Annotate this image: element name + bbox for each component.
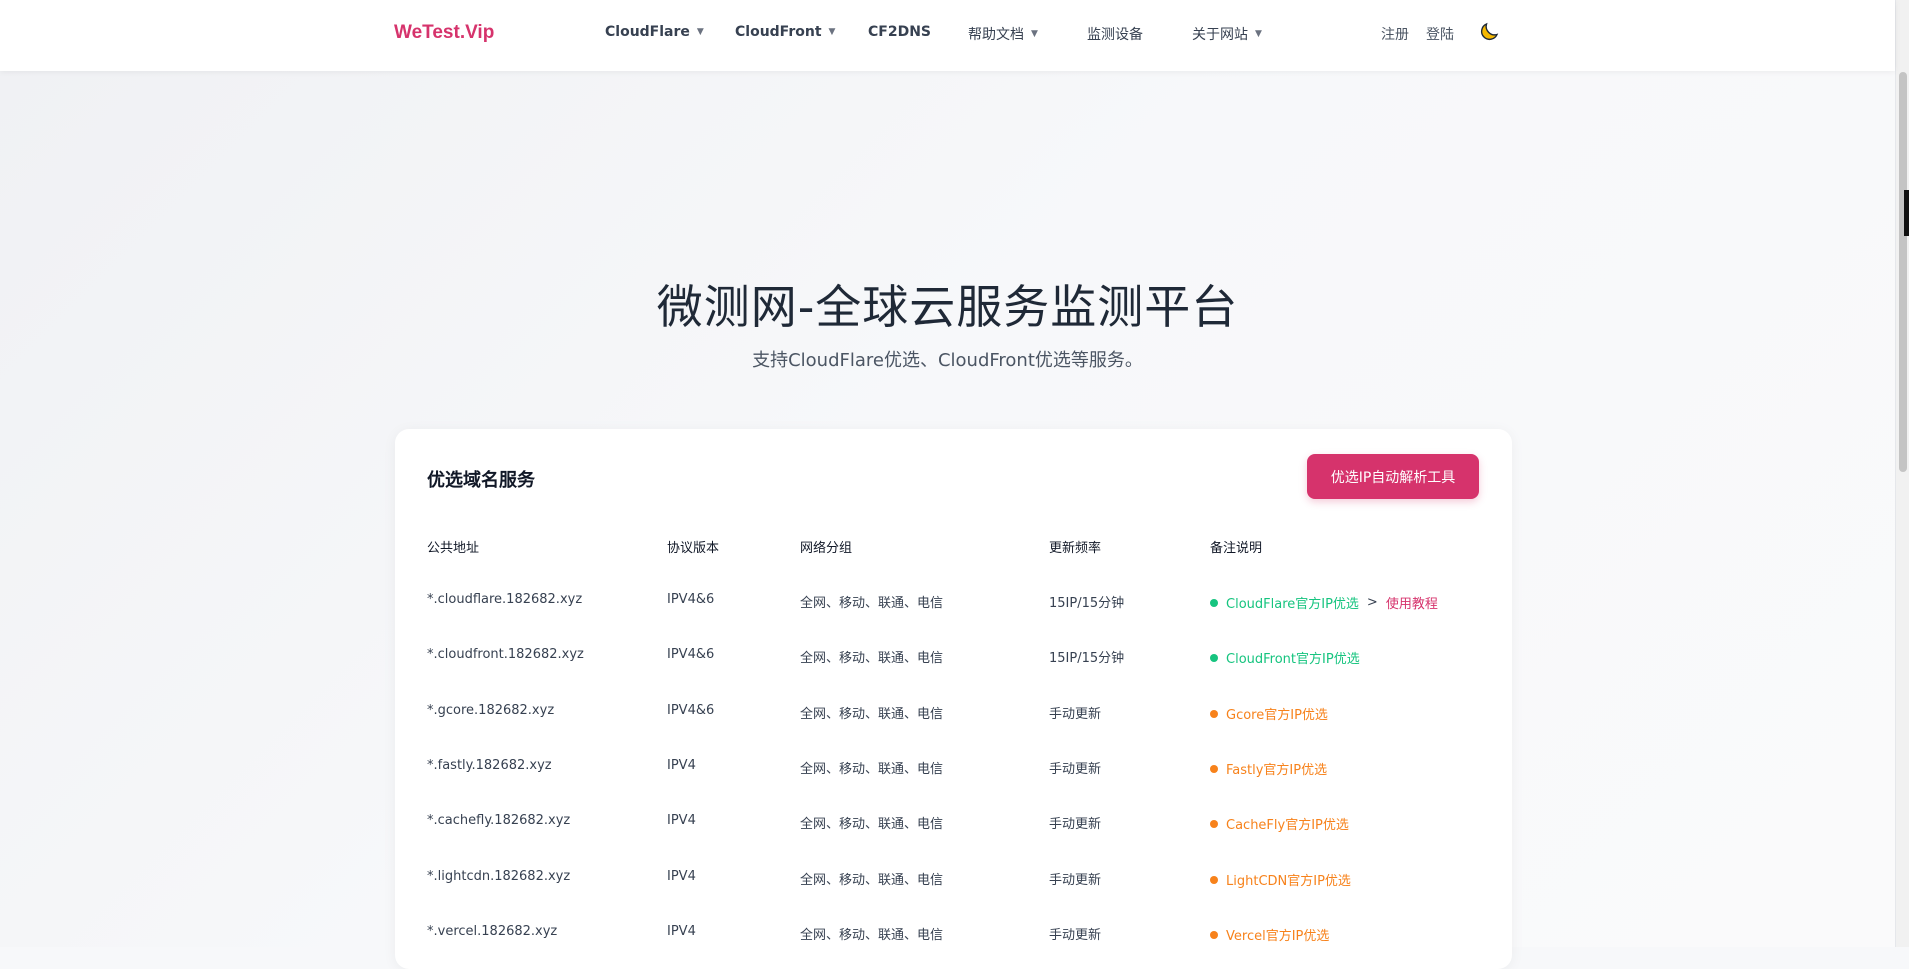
cell-protocol: IPV4&6	[667, 703, 715, 718]
nav-cf2dns-label: CF2DNS	[868, 24, 931, 40]
nav-cf2dns[interactable]: CF2DNS	[868, 24, 931, 40]
scroll-position-marker	[1904, 190, 1909, 236]
cell-address: *.fastly.182682.xyz	[427, 758, 552, 773]
cell-network: 全网、移动、联通、电信	[800, 817, 944, 832]
column-header-frequency: 更新频率	[1049, 541, 1102, 556]
cell-protocol: IPV4&6	[667, 592, 715, 607]
nav-cloudfront-label: CloudFront	[735, 24, 822, 40]
nav-help-docs-label: 帮助文档	[968, 27, 1024, 43]
auto-resolve-tool-button[interactable]: 优选IP自动解析工具	[1307, 454, 1479, 499]
preferred-domain-card: 优选域名服务 优选IP自动解析工具 公共地址 协议版本 网络分组 更新频率 备注…	[395, 429, 1512, 969]
nav-about[interactable]: 关于网站 ▼	[1192, 24, 1262, 44]
note-link[interactable]: CloudFlare官方IP优选	[1226, 593, 1359, 612]
top-navbar: WeTest.Vip CloudFlare ▼ CloudFront ▼ CF2…	[0, 0, 1895, 71]
cell-note: Gcore官方IP优选	[1210, 704, 1328, 723]
cell-frequency: 15IP/15分钟	[1049, 651, 1125, 666]
status-dot-icon	[1210, 598, 1218, 607]
note-link[interactable]: Fastly官方IP优选	[1226, 759, 1327, 778]
note-link[interactable]: CacheFly官方IP优选	[1226, 814, 1349, 833]
chevron-down-icon: ▼	[696, 27, 704, 37]
nav-cloudfront[interactable]: CloudFront ▼	[735, 24, 835, 40]
site-logo[interactable]: WeTest.Vip	[394, 22, 494, 44]
scrollbar-thumb[interactable]	[1899, 72, 1907, 472]
nav-cloudflare[interactable]: CloudFlare ▼	[605, 24, 704, 40]
column-header-network: 网络分组	[800, 541, 853, 556]
cell-note: Fastly官方IP优选	[1210, 759, 1327, 778]
cell-address: *.cloudflare.182682.xyz	[427, 592, 583, 607]
note-separator: >	[1366, 595, 1378, 610]
nav-help-docs[interactable]: 帮助文档 ▼	[968, 24, 1038, 44]
chevron-down-icon: ▼	[1255, 29, 1262, 39]
nav-about-label: 关于网站	[1192, 27, 1248, 43]
cell-note: CloudFront官方IP优选	[1210, 648, 1360, 667]
cell-network: 全网、移动、联通、电信	[800, 651, 944, 666]
cell-frequency: 15IP/15分钟	[1049, 596, 1125, 611]
page-title: 微测网-全球云服务监测平台	[656, 280, 1239, 334]
cell-network: 全网、移动、联通、电信	[800, 762, 944, 777]
nav-monitor-devices[interactable]: 监测设备	[1087, 24, 1143, 44]
cell-protocol: IPV4	[667, 758, 696, 773]
cell-protocol: IPV4	[667, 924, 696, 939]
status-dot-icon	[1210, 709, 1218, 718]
cell-protocol: IPV4&6	[667, 647, 715, 662]
status-dot-icon	[1210, 764, 1218, 773]
cell-note: CacheFly官方IP优选	[1210, 814, 1349, 833]
status-dot-icon	[1210, 930, 1218, 939]
cell-address: *.vercel.182682.xyz	[427, 924, 558, 939]
cell-frequency: 手动更新	[1049, 762, 1102, 777]
cell-address: *.gcore.182682.xyz	[427, 703, 555, 718]
cell-network: 全网、移动、联通、电信	[800, 596, 944, 611]
note-link[interactable]: CloudFront官方IP优选	[1226, 648, 1360, 667]
status-dot-icon	[1210, 875, 1218, 884]
nav-cloudflare-label: CloudFlare	[605, 24, 690, 40]
cell-frequency: 手动更新	[1049, 873, 1102, 888]
page-subtitle: 支持CloudFlare优选、CloudFront优选等服务。	[752, 350, 1143, 371]
cell-network: 全网、移动、联通、电信	[800, 707, 944, 722]
cell-frequency: 手动更新	[1049, 817, 1102, 832]
cell-note: Vercel官方IP优选	[1210, 925, 1329, 944]
cell-address: *.lightcdn.182682.xyz	[427, 869, 571, 884]
login-link[interactable]: 登陆	[1426, 24, 1454, 44]
cell-note: CloudFlare官方IP优选 > 使用教程	[1210, 593, 1438, 612]
register-link[interactable]: 注册	[1381, 24, 1409, 44]
chevron-down-icon: ▼	[1031, 29, 1038, 39]
cell-network: 全网、移动、联通、电信	[800, 928, 944, 943]
status-dot-icon	[1210, 653, 1218, 662]
note-link[interactable]: Gcore官方IP优选	[1226, 704, 1328, 723]
cell-protocol: IPV4	[667, 813, 696, 828]
cell-address: *.cloudfront.182682.xyz	[427, 647, 584, 662]
column-header-note: 备注说明	[1210, 541, 1263, 556]
tutorial-link[interactable]: 使用教程	[1386, 593, 1438, 612]
status-dot-icon	[1210, 819, 1218, 828]
cell-note: LightCDN官方IP优选	[1210, 870, 1351, 889]
column-header-protocol: 协议版本	[667, 541, 720, 556]
cell-frequency: 手动更新	[1049, 928, 1102, 943]
card-title: 优选域名服务	[427, 470, 535, 491]
cell-network: 全网、移动、联通、电信	[800, 873, 944, 888]
cell-protocol: IPV4	[667, 869, 696, 884]
cell-address: *.cachefly.182682.xyz	[427, 813, 571, 828]
note-link[interactable]: Vercel官方IP优选	[1226, 925, 1329, 944]
chevron-down-icon: ▼	[828, 27, 836, 37]
note-link[interactable]: LightCDN官方IP优选	[1226, 870, 1351, 889]
page-scrollbar[interactable]	[1895, 0, 1909, 947]
moon-icon[interactable]	[1477, 20, 1501, 44]
cell-frequency: 手动更新	[1049, 707, 1102, 722]
nav-monitor-devices-label: 监测设备	[1087, 27, 1143, 43]
column-header-address: 公共地址	[427, 541, 480, 556]
